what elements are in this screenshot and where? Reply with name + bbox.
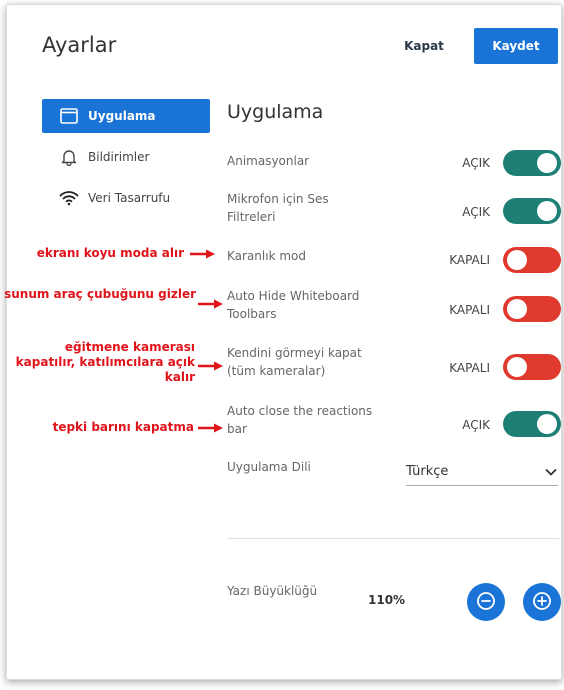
sidebar-item-label: Veri Tasarrufu [88, 191, 171, 205]
arrow-right-icon [198, 361, 223, 371]
language-select[interactable]: Türkçe [406, 458, 558, 486]
setting-label-auto-close-reactions: Auto close the reactions bar [227, 404, 373, 436]
setting-label-animations: Animasyonlar [227, 154, 310, 168]
sidebar-item-veri-tasarrufu[interactable]: Veri Tasarrufu [42, 181, 210, 215]
increase-font-button[interactable] [523, 583, 561, 621]
minus-circle-icon [476, 591, 496, 614]
annotation-reactions: tepki barını kapatma [52, 420, 194, 434]
font-size-value: 110% [368, 593, 406, 607]
chevron-down-icon [544, 465, 558, 479]
setting-state-self-view-off: KAPALI [449, 361, 490, 375]
sidebar-item-label: Uygulama [88, 109, 156, 123]
save-button[interactable]: Kaydet [474, 28, 558, 64]
sidebar-item-label: Bildirimler [88, 150, 150, 164]
setting-state-auto-close-reactions: AÇIK [462, 418, 490, 432]
font-size-label: Yazı Büyüklüğü [227, 584, 318, 598]
dialog-title: Ayarlar [42, 33, 117, 57]
toggle-dark-mode[interactable] [503, 247, 561, 273]
toggle-mic-filters[interactable] [503, 198, 561, 224]
arrow-right-icon [190, 249, 215, 259]
wifi-icon [58, 188, 80, 208]
bell-icon [58, 147, 80, 167]
setting-label-dark-mode: Karanlık mod [227, 249, 306, 263]
setting-label-self-view-off: Kendini görmeyi kapat (tüm kameralar) [227, 346, 362, 378]
setting-state-hide-whiteboard-toolbars: KAPALI [449, 303, 490, 317]
plus-circle-icon [532, 591, 552, 614]
setting-state-animations: AÇIK [462, 156, 490, 170]
setting-label-mic-filters: Mikrofon için Ses Filtreleri [227, 192, 329, 224]
toggle-hide-whiteboard-toolbars[interactable] [503, 296, 561, 322]
setting-state-dark-mode: KAPALI [449, 253, 490, 267]
toggle-auto-close-reactions[interactable] [503, 411, 561, 437]
annotation-dark-mode: ekranı koyu moda alır [36, 246, 184, 260]
decrease-font-button[interactable] [467, 583, 505, 621]
annotation-self-view: eğitmene kamerası kapatılır, katılımcıla… [15, 340, 195, 384]
annotation-whiteboard: sunum araç çubuğunu gizler [4, 287, 196, 301]
close-button[interactable]: Kapat [398, 34, 450, 58]
language-label: Uygulama Dili [227, 460, 311, 474]
arrow-right-icon [198, 299, 223, 309]
sidebar-item-uygulama[interactable]: Uygulama [42, 99, 210, 133]
section-title: Uygulama [227, 101, 324, 123]
divider [227, 538, 559, 539]
setting-label-hide-whiteboard-toolbars: Auto Hide Whiteboard Toolbars [227, 289, 360, 321]
toggle-self-view-off[interactable] [503, 354, 561, 380]
arrow-right-icon [198, 423, 223, 433]
setting-state-mic-filters: AÇIK [462, 205, 490, 219]
language-value: Türkçe [406, 464, 449, 479]
sidebar-item-bildirimler[interactable]: Bildirimler [42, 140, 210, 174]
toggle-animations[interactable] [503, 150, 561, 176]
window-icon [58, 106, 80, 126]
